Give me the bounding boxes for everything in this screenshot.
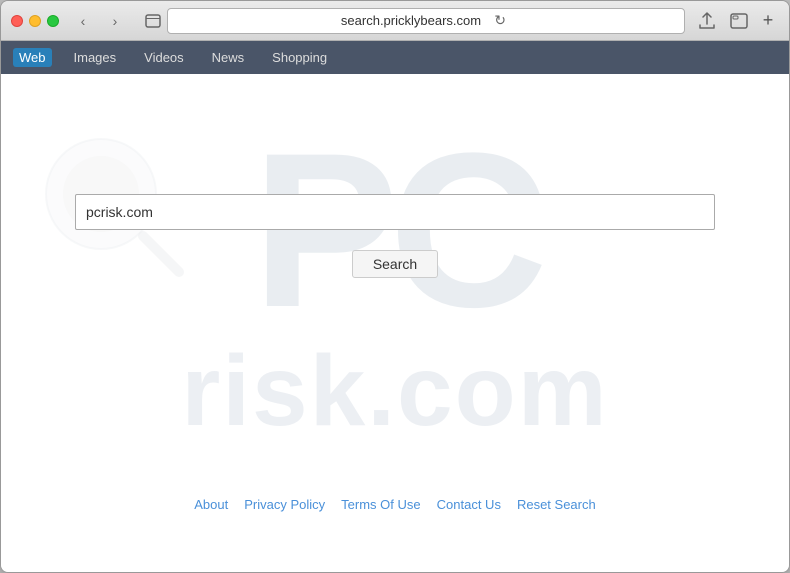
tab-overview-button[interactable]: [139, 10, 167, 32]
address-bar[interactable]: search.pricklybears.com ↻: [167, 8, 685, 34]
new-tab-button[interactable]: [725, 10, 753, 32]
minimize-button[interactable]: [29, 15, 41, 27]
search-input-wrapper: [75, 194, 715, 230]
footer-link-privacy[interactable]: Privacy Policy: [244, 497, 325, 512]
url-text: search.pricklybears.com: [341, 13, 481, 28]
search-input[interactable]: [75, 194, 715, 230]
footer-link-terms[interactable]: Terms Of Use: [341, 497, 420, 512]
maximize-button[interactable]: [47, 15, 59, 27]
back-button[interactable]: ‹: [69, 10, 97, 32]
forward-button[interactable]: ›: [101, 10, 129, 32]
tab-news[interactable]: News: [206, 48, 251, 67]
search-button[interactable]: Search: [352, 250, 438, 278]
watermark-risk-text: risk.com: [181, 334, 608, 449]
share-button[interactable]: [693, 10, 721, 32]
footer-link-contact[interactable]: Contact Us: [437, 497, 501, 512]
reload-button[interactable]: ↻: [489, 10, 511, 32]
footer-links: About Privacy Policy Terms Of Use Contac…: [1, 497, 789, 512]
tab-web[interactable]: Web: [13, 48, 52, 67]
tab-shopping[interactable]: Shopping: [266, 48, 333, 67]
browser-window: ‹ › search.pricklybears.com ↻: [0, 0, 790, 573]
address-bar-container: search.pricklybears.com ↻: [167, 8, 685, 34]
tab-bar: Web Images Videos News Shopping: [1, 41, 789, 74]
footer-link-reset[interactable]: Reset Search: [517, 497, 596, 512]
toolbar-right: +: [693, 10, 779, 32]
title-bar: ‹ › search.pricklybears.com ↻: [1, 1, 789, 41]
browser-content: PC risk.com Search About Privacy Policy …: [1, 74, 789, 572]
close-button[interactable]: [11, 15, 23, 27]
nav-buttons: ‹ ›: [69, 10, 129, 32]
traffic-lights: [11, 15, 59, 27]
tab-videos[interactable]: Videos: [138, 48, 190, 67]
search-area: Search: [1, 74, 789, 278]
tab-images[interactable]: Images: [68, 48, 123, 67]
footer-link-about[interactable]: About: [194, 497, 228, 512]
add-tab-icon-button[interactable]: +: [757, 10, 779, 32]
